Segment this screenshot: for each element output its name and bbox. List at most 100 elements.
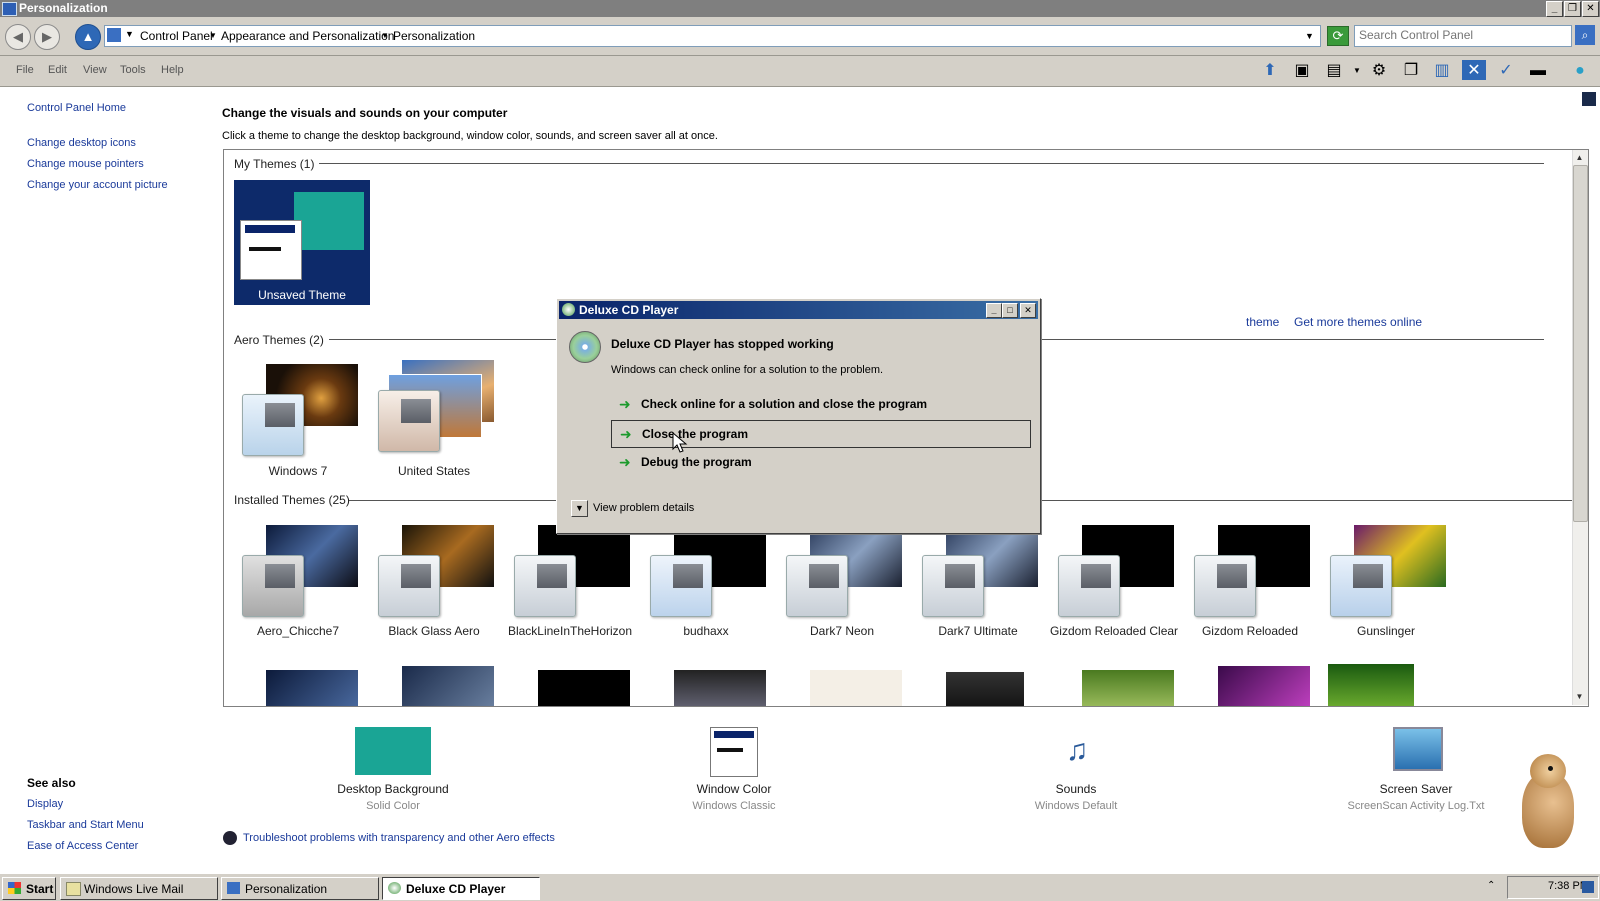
address-field[interactable]: ▼ Control Panel ▼ Appearance and Persona… [104, 25, 1321, 47]
change-mouse-pointers-link[interactable]: Change mouse pointers [27, 158, 144, 170]
dialog-title-bar[interactable]: Deluxe CD Player _ □ ✕ [559, 301, 1038, 319]
theme-budhaxx[interactable] [646, 525, 766, 617]
gear-icon[interactable]: ⚙ [1367, 60, 1391, 82]
theme-dark7-ultimate[interactable] [918, 525, 1038, 617]
help-icon[interactable] [1582, 92, 1596, 106]
sounds-icon[interactable]: ♫ [1052, 727, 1102, 775]
up-arrow-icon[interactable]: ▲ [75, 24, 101, 50]
theme-name: budhaxx [683, 624, 729, 638]
window-color-icon[interactable] [710, 727, 758, 777]
theme-dark7-neon[interactable] [782, 525, 902, 617]
back-button[interactable]: ◀ [5, 24, 31, 50]
document-icon[interactable]: ▤ [1322, 60, 1346, 82]
troubleshoot-link[interactable]: Troubleshoot problems with transparency … [243, 832, 555, 844]
search-box[interactable] [1354, 25, 1572, 47]
hamster-mascot[interactable] [1508, 752, 1580, 852]
theme-thumbnail[interactable] [266, 670, 358, 706]
save-theme-link[interactable]: theme [1246, 315, 1279, 329]
change-desktop-icons-link[interactable]: Change desktop icons [27, 137, 136, 149]
display-link[interactable]: Display [27, 798, 63, 810]
theme-thumbnail[interactable] [1082, 670, 1174, 706]
theme-thumbnail[interactable] [538, 670, 630, 706]
breadcrumb-control-panel[interactable]: Control Panel [140, 29, 213, 43]
scroll-up-icon[interactable]: ▲ [1573, 151, 1586, 165]
globe-icon[interactable]: ● [1568, 60, 1592, 82]
menu-file[interactable]: File [16, 64, 34, 76]
refresh-icon[interactable]: ⟳ [1327, 26, 1349, 46]
taskbar-start-menu-link[interactable]: Taskbar and Start Menu [27, 819, 144, 831]
menu-help[interactable]: Help [161, 64, 184, 76]
window-title-bar[interactable]: Personalization _ ❐ ✕ [0, 0, 1600, 17]
theme-thumbnail[interactable] [1328, 664, 1414, 706]
theme-windows-7[interactable] [238, 364, 358, 456]
desktop-background-link[interactable]: Desktop Background [293, 782, 493, 796]
network-icon[interactable] [1582, 881, 1594, 893]
theme-name: Gunslinger [1356, 624, 1416, 638]
start-button[interactable]: Start [2, 877, 56, 900]
theme-black-glass-aero[interactable] [374, 525, 494, 617]
view-problem-details[interactable]: View problem details [593, 502, 694, 514]
dialog-close-button[interactable]: ✕ [1020, 303, 1036, 318]
chevron-down-icon[interactable]: ▼ [381, 31, 389, 40]
theme-gunslinger[interactable] [1326, 525, 1446, 617]
dialog-maximize-button[interactable]: □ [1002, 303, 1018, 318]
taskbar-deluxe-cd-player[interactable]: Deluxe CD Player [382, 877, 540, 900]
chevron-down-icon[interactable]: ▼ [1345, 60, 1369, 82]
theme-blacklineinthehorizon[interactable] [510, 525, 630, 617]
theme-thumbnail[interactable] [946, 672, 1024, 706]
scrollbar-thumb[interactable] [1573, 165, 1588, 522]
theme-thumbnail[interactable] [402, 666, 494, 706]
menu-tools[interactable]: Tools [120, 64, 146, 76]
up-folder-icon[interactable]: ⬆ [1258, 60, 1282, 82]
theme-thumbnail[interactable] [674, 670, 766, 706]
minimize-button[interactable]: _ [1546, 1, 1563, 17]
mail-icon [66, 882, 81, 896]
chevron-down-icon[interactable]: ▼ [209, 31, 217, 40]
close-icon[interactable]: ✕ [1462, 60, 1486, 80]
dialog-minimize-button[interactable]: _ [986, 303, 1002, 318]
menu-edit[interactable]: Edit [48, 64, 67, 76]
screen-saver-link[interactable]: Screen Saver [1316, 782, 1516, 796]
change-account-picture-link[interactable]: Change your account picture [27, 179, 168, 191]
theme-thumbnail[interactable] [1218, 666, 1310, 706]
taskbar-personalization[interactable]: Personalization [221, 877, 379, 900]
search-icon[interactable]: ⌕ [1575, 25, 1595, 45]
window-icon[interactable]: ▣ [1290, 60, 1314, 82]
theme-united-states[interactable] [374, 360, 494, 452]
page-title: Change the visuals and sounds on your co… [222, 106, 508, 120]
get-more-themes-link[interactable]: Get more themes online [1294, 315, 1422, 329]
copy-icon[interactable]: ❐ [1399, 60, 1423, 82]
green-arrow-icon: ➜ [619, 396, 631, 412]
theme-thumbnail[interactable] [810, 670, 902, 706]
close-window-button[interactable]: ✕ [1582, 1, 1599, 17]
chevron-down-icon[interactable]: ▼ [125, 29, 134, 39]
scroll-down-icon[interactable]: ▼ [1573, 690, 1586, 704]
breadcrumb-appearance[interactable]: Appearance and Personalization [221, 29, 394, 43]
forward-button[interactable]: ▶ [34, 24, 60, 50]
search-input[interactable] [1355, 26, 1559, 44]
check-icon[interactable]: ✓ [1494, 60, 1518, 82]
menu-view[interactable]: View [83, 64, 107, 76]
restore-button[interactable]: ❐ [1564, 1, 1581, 17]
taskbar-windows-live-mail[interactable]: Windows Live Mail [60, 877, 218, 900]
theme-gizdom-reloaded-clear[interactable] [1054, 525, 1174, 617]
tray-expand-icon[interactable]: ⌃ [1487, 880, 1495, 891]
control-panel-home-link[interactable]: Control Panel Home [27, 102, 126, 114]
theme-unsaved[interactable]: Unsaved Theme [234, 180, 370, 305]
desktop-background-icon[interactable] [355, 727, 431, 775]
screen-saver-icon[interactable] [1393, 727, 1443, 771]
see-also-title: See also [27, 776, 76, 790]
breadcrumb-personalization[interactable]: Personalization [393, 29, 475, 43]
sounds-link[interactable]: Sounds [976, 782, 1176, 796]
check-online-option[interactable]: ➜ Check online for a solution and close … [611, 391, 1029, 417]
expand-details-button[interactable]: ▼ [571, 500, 588, 517]
card-icon[interactable]: ▬ [1526, 60, 1550, 82]
error-dialog[interactable]: Deluxe CD Player _ □ ✕ Deluxe CD Player … [556, 298, 1041, 534]
theme-gizdom-reloaded[interactable] [1190, 525, 1310, 617]
window-color-link[interactable]: Window Color [634, 782, 834, 796]
system-tray: 7:38 PM [1507, 876, 1599, 899]
address-dropdown-icon[interactable]: ▼ [1305, 31, 1314, 41]
theme-aero-chicche7[interactable] [238, 525, 358, 617]
ease-of-access-link[interactable]: Ease of Access Center [27, 840, 138, 852]
properties-icon[interactable]: ▥ [1430, 60, 1454, 82]
